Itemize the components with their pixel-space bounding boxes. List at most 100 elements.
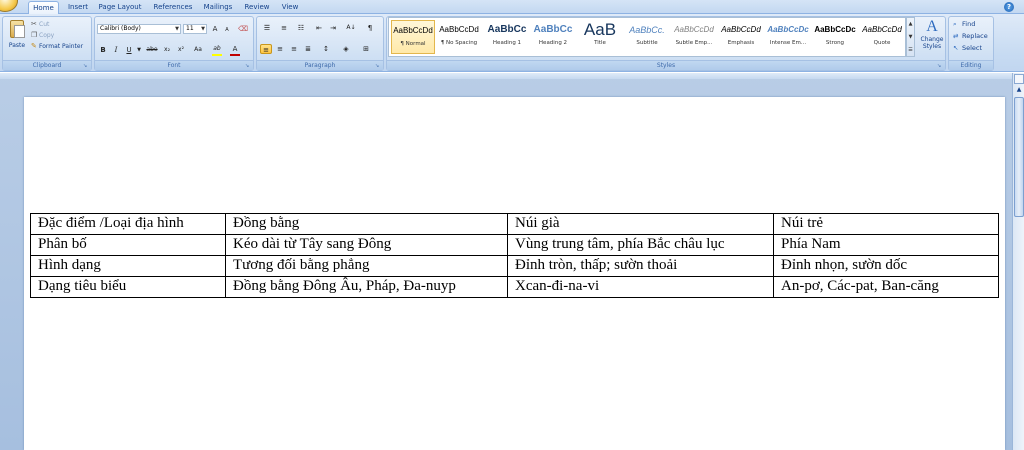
paragraph-dialog-launcher-icon[interactable]: ↘ <box>375 63 381 69</box>
style-title[interactable]: AaB Title <box>578 20 622 54</box>
italic-button[interactable]: I <box>111 45 121 55</box>
superscript-button[interactable]: x² <box>175 45 187 55</box>
justify-icon[interactable]: ≣ <box>302 44 314 54</box>
chevron-down-icon[interactable]: ▼ <box>907 31 914 44</box>
table-cell[interactable]: Đồng bằng <box>225 213 508 235</box>
style-name: ¶ No Spacing <box>440 40 478 46</box>
ribbon-tab-bar: Home Insert Page Layout References Maili… <box>0 0 1024 15</box>
style-quote[interactable]: AaBbCcDd Quote <box>860 20 904 54</box>
style-no-spacing[interactable]: AaBbCcDd ¶ No Spacing <box>437 20 481 54</box>
sort-icon[interactable]: A↓ <box>344 23 358 33</box>
table-cell[interactable]: Phía Nam <box>773 234 999 256</box>
table-cell[interactable]: Đỉnh nhọn, sườn dốc <box>773 255 999 277</box>
replace-button[interactable]: ⇄ Replace <box>953 31 988 42</box>
style-heading-2[interactable]: AaBbCc Heading 2 <box>531 20 575 54</box>
help-icon[interactable]: ? <box>1004 2 1014 12</box>
document-table[interactable]: Đặc điểm /Loại địa hình Đồng bằng Núi gi… <box>30 213 999 298</box>
increase-indent-icon[interactable]: ⇥ <box>327 23 339 33</box>
table-cell[interactable]: Dạng tiêu biểu <box>30 276 226 298</box>
decrease-indent-icon[interactable]: ⇤ <box>313 23 325 33</box>
paste-button[interactable]: Paste <box>6 20 28 58</box>
shrink-font-button[interactable]: A <box>222 25 232 35</box>
chevron-down-icon[interactable]: ▼ <box>136 45 142 55</box>
font-dialog-launcher-icon[interactable]: ↘ <box>245 63 251 69</box>
table-cell[interactable]: Đặc điểm /Loại địa hình <box>30 213 226 235</box>
tab-references[interactable]: References <box>150 1 196 14</box>
copy-button[interactable]: ❐ Copy <box>31 31 54 40</box>
table-cell[interactable]: Đồng bằng Đông Âu, Pháp, Đa-nuyp <box>225 276 508 298</box>
tab-insert[interactable]: Insert <box>64 1 92 14</box>
table-cell[interactable]: Phân bố <box>30 234 226 256</box>
numbering-icon[interactable]: ≡ <box>277 23 291 33</box>
scrollbar-thumb[interactable] <box>1014 97 1024 217</box>
table-cell[interactable]: Núi già <box>507 213 774 235</box>
styles-dialog-launcher-icon[interactable]: ↘ <box>937 63 943 69</box>
font-group: Calibri (Body) ▼ 11 ▼ A A ⌫ B I U ▼ abe x₂… <box>94 16 254 71</box>
change-styles-button[interactable]: A Change Styles <box>918 17 946 57</box>
style-normal[interactable]: AaBbCcDd ¶ Normal <box>391 20 435 54</box>
more-icon[interactable]: ☰ <box>907 44 914 57</box>
tab-page-layout[interactable]: Page Layout <box>97 1 143 14</box>
shading-icon[interactable]: ◈ <box>339 44 353 54</box>
chevron-up-icon[interactable]: ▲ <box>907 18 914 31</box>
line-spacing-icon[interactable]: ↕ <box>319 44 333 54</box>
style-name: Strong <box>825 40 845 46</box>
style-heading-1[interactable]: AaBbCc Heading 1 <box>485 20 529 54</box>
style-strong[interactable]: AaBbCcDc Strong <box>813 20 857 54</box>
font-color-button[interactable]: A <box>229 44 241 54</box>
vertical-scrollbar[interactable]: ▲ <box>1012 73 1024 450</box>
style-sample: AaBbCcDd <box>862 25 902 34</box>
chevron-up-icon[interactable]: ▲ <box>1014 85 1024 95</box>
borders-icon[interactable]: ⊞ <box>359 44 373 54</box>
copy-label: Copy <box>39 32 55 39</box>
bold-button[interactable]: B <box>98 45 108 55</box>
table-cell[interactable]: Núi trẻ <box>773 213 999 235</box>
tab-home[interactable]: Home <box>28 1 59 15</box>
table-cell[interactable]: Kéo dài từ Tây sang Đông <box>225 234 508 256</box>
style-subtitle[interactable]: AaBbCc. Subtitle <box>625 20 669 54</box>
table-cell[interactable]: Đỉnh tròn, thấp; sườn thoải <box>507 255 774 277</box>
multilevel-list-icon[interactable]: ☷ <box>294 23 308 33</box>
font-size-box[interactable]: 11 ▼ <box>183 24 207 34</box>
chevron-down-icon: ▼ <box>201 26 205 32</box>
table-cell[interactable]: Hình dạng <box>30 255 226 277</box>
tab-review[interactable]: Review <box>242 1 272 14</box>
tab-view[interactable]: View <box>278 1 302 14</box>
format-painter-button[interactable]: ✎ Format Painter <box>31 42 83 51</box>
group-label: Editing <box>949 60 993 70</box>
table-cell[interactable]: Vùng trung tâm, phía Bắc châu lục <box>507 234 774 256</box>
highlight-button[interactable]: ab <box>211 44 223 54</box>
strikethrough-button[interactable]: abe <box>145 45 159 55</box>
styles-gallery: AaBbCcDd ¶ Normal AaBbCcDd ¶ No Spacing … <box>388 17 906 57</box>
subscript-button[interactable]: x₂ <box>161 45 173 55</box>
office-button[interactable] <box>0 0 18 12</box>
clipboard-dialog-launcher-icon[interactable]: ↘ <box>83 63 89 69</box>
find-button[interactable]: ⌕ Find <box>953 19 975 30</box>
style-emphasis[interactable]: AaBbCcDd Emphasis <box>719 20 763 54</box>
select-button[interactable]: ↖ Select <box>953 43 982 54</box>
cut-button[interactable]: ✂ Cut <box>31 20 49 29</box>
find-label: Find <box>962 20 976 28</box>
underline-button[interactable]: U <box>124 45 134 55</box>
table-cell[interactable]: Tương đối bằng phẳng <box>225 255 508 277</box>
style-subtle-emphasis[interactable]: AaBbCcDd Subtle Emp... <box>672 20 716 54</box>
show-formatting-icon[interactable]: ¶ <box>364 23 376 33</box>
align-left-icon[interactable]: ≡ <box>260 44 272 54</box>
tab-mailings[interactable]: Mailings <box>201 1 235 14</box>
change-case-button[interactable]: Aa <box>191 45 205 55</box>
align-right-icon[interactable]: ≡ <box>288 44 300 54</box>
align-center-icon[interactable]: ≡ <box>274 44 286 54</box>
grow-font-button[interactable]: A <box>210 24 220 34</box>
bullets-icon[interactable]: ☰ <box>260 23 274 33</box>
clear-formatting-icon[interactable]: ⌫ <box>237 24 249 34</box>
style-intense-emphasis[interactable]: AaBbCcDc Intense Em... <box>766 20 810 54</box>
style-sample: AaBbCcDd <box>439 25 479 34</box>
font-name-box[interactable]: Calibri (Body) ▼ <box>97 24 181 34</box>
editing-group: ⌕ Find ⇄ Replace ↖ Select Editing <box>948 16 994 71</box>
view-ruler-button[interactable] <box>1014 74 1024 84</box>
table-row: Đặc điểm /Loại địa hình Đồng bằng Núi gi… <box>30 213 999 235</box>
table-cell[interactable]: Xcan-đi-na-vi <box>507 276 774 298</box>
style-name: Heading 1 <box>492 40 522 46</box>
styles-gallery-scroll[interactable]: ▲ ▼ ☰ <box>906 17 915 57</box>
table-cell[interactable]: An-pơ, Các-pat, Ban-căng <box>773 276 999 298</box>
